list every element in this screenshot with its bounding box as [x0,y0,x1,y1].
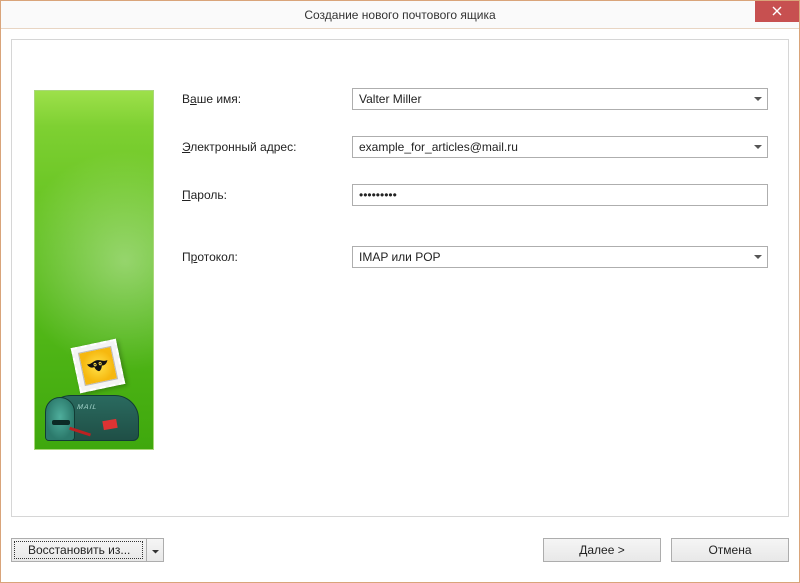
protocol-select[interactable] [352,246,768,268]
row-name: Ваше имя: [182,88,768,110]
row-protocol: Протокол: [182,246,768,268]
label-password: Пароль: [182,188,352,202]
button-bar: Восстановить из... Далее > Отмена [11,530,789,570]
wizard-sidebar-image: MAIL [34,90,154,450]
restore-dropdown-button[interactable] [146,538,164,562]
content-frame: MAIL Ваше имя: Электр [11,39,789,517]
next-button[interactable]: Далее > [543,538,661,562]
close-icon [772,5,782,19]
name-input[interactable] [352,88,768,110]
titlebar: Создание нового почтового ящика [1,1,799,29]
form-area: Ваше имя: Электронный адрес: [182,88,768,294]
cancel-button[interactable]: Отмена [671,538,789,562]
close-button[interactable] [755,1,799,22]
restore-split-button: Восстановить из... [11,538,164,562]
password-input[interactable] [352,184,768,206]
email-input[interactable] [352,136,768,158]
mailbox-label: MAIL [77,404,98,411]
restore-button[interactable]: Восстановить из... [11,538,146,562]
label-email: Электронный адрес: [182,140,352,154]
label-protocol: Протокол: [182,250,352,264]
mailbox-graphic: MAIL [45,371,145,441]
dialog-window: Создание нового почтового ящика [0,0,800,583]
row-email: Электронный адрес: [182,136,768,158]
row-password: Пароль: [182,184,768,206]
label-name: Ваше имя: [182,92,352,106]
caret-down-icon [152,543,159,557]
window-title: Создание нового почтового ящика [1,8,799,22]
